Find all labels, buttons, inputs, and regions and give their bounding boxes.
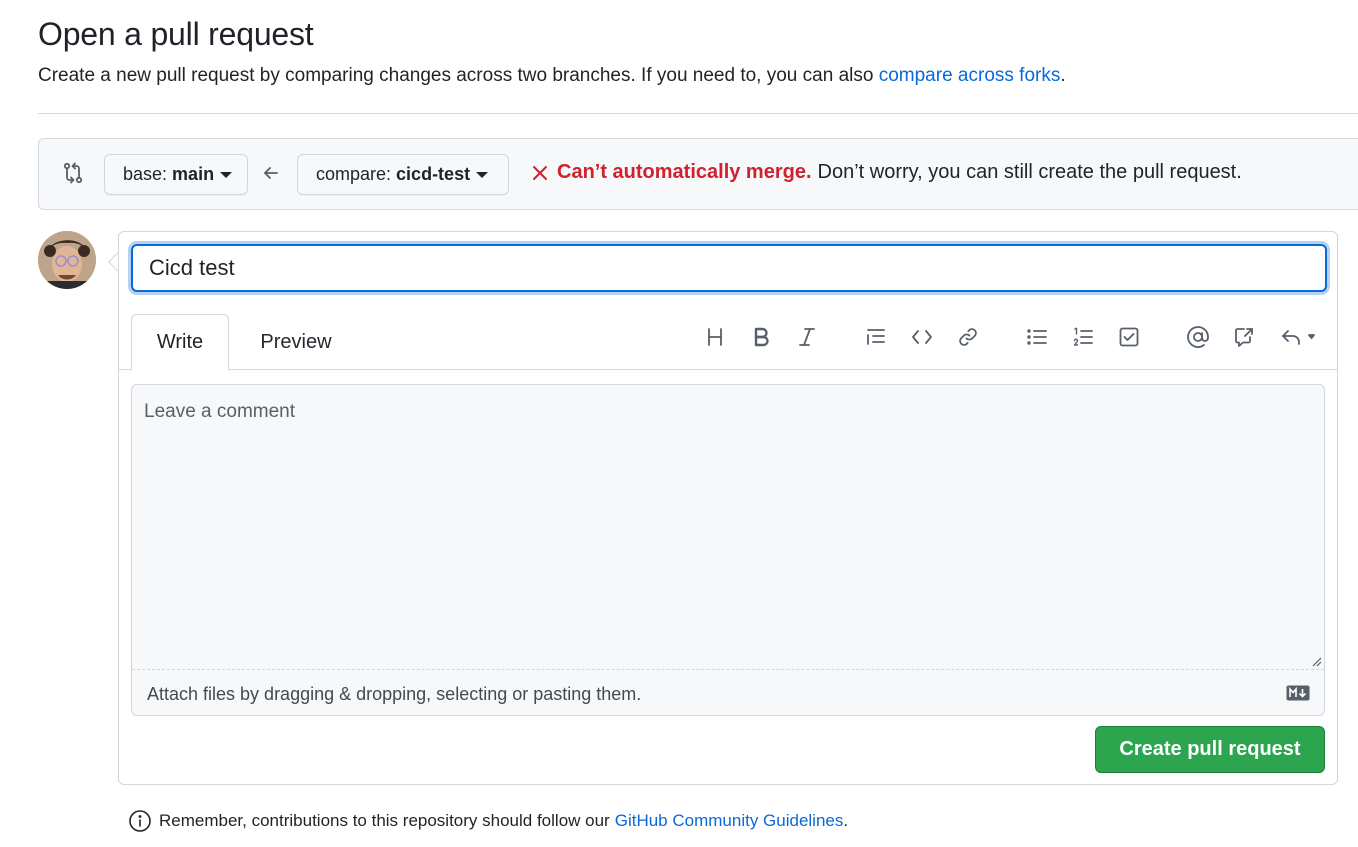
quote-icon[interactable] (863, 324, 889, 350)
unordered-list-icon[interactable] (1024, 324, 1050, 350)
subtitle-text: Create a new pull request by comparing c… (38, 65, 874, 86)
caret-down-icon (220, 171, 233, 178)
attach-files-text: Attach files by dragging & dropping, sel… (147, 684, 642, 704)
link-icon[interactable] (955, 324, 981, 350)
merge-status-text: Don’t worry, you can still create the pu… (817, 161, 1242, 183)
git-compare-icon (63, 162, 83, 184)
caret-down-icon (476, 171, 489, 178)
merge-status-bold: Can’t automatically merge. (557, 161, 812, 183)
comment-placeholder: Leave a comment (144, 401, 296, 422)
tab-write[interactable]: Write (131, 314, 229, 371)
editor-tabs: Write Preview (119, 314, 1337, 371)
code-icon[interactable] (909, 324, 935, 350)
x-icon (533, 165, 547, 180)
compare-branch-name: cicd-test (396, 164, 471, 184)
mention-icon[interactable] (1185, 324, 1211, 350)
community-guidelines-note: Remember, contributions to this reposito… (128, 809, 848, 833)
bold-icon[interactable] (748, 324, 774, 350)
base-branch-button[interactable]: base: main (104, 154, 248, 195)
range-editor: base: main compare: cicd-test Can’t auto… (38, 138, 1358, 210)
base-branch-name: main (172, 164, 215, 184)
footer-end: . (843, 811, 849, 830)
arrow-left-icon (264, 167, 278, 179)
tab-preview[interactable]: Preview (237, 314, 355, 371)
avatar[interactable] (38, 231, 96, 289)
compare-prefix: compare: (316, 164, 392, 184)
heading-icon[interactable] (702, 324, 728, 350)
comment-textarea[interactable]: Leave a comment Attach files by dragging… (131, 384, 1325, 716)
create-pull-request-button[interactable]: Create pull request (1095, 726, 1325, 773)
footer-text: Remember, contributions to this reposito… (159, 811, 610, 830)
pr-title-input[interactable] (131, 244, 1327, 292)
header-divider (38, 113, 1358, 114)
markdown-icon[interactable] (1286, 685, 1310, 701)
subtitle-end: . (1060, 65, 1066, 86)
compare-branch-button[interactable]: compare: cicd-test (297, 154, 509, 195)
info-icon (129, 810, 151, 832)
italic-icon[interactable] (794, 324, 820, 350)
compare-across-forks-link[interactable]: compare across forks (879, 65, 1061, 86)
page-title: Open a pull request (38, 16, 314, 52)
base-prefix: base: (123, 164, 168, 184)
user-avatar-image (38, 231, 96, 289)
community-guidelines-link[interactable]: GitHub Community Guidelines (615, 811, 844, 831)
merge-status: Can’t automatically merge. Don’t worry, … (531, 161, 1242, 184)
page-subtitle: Create a new pull request by comparing c… (38, 65, 1066, 87)
cross-reference-icon[interactable] (1231, 324, 1257, 350)
saved-replies-icon[interactable] (1279, 324, 1321, 350)
resize-handle-icon[interactable] (1310, 655, 1322, 667)
task-list-icon[interactable] (1116, 324, 1142, 350)
ordered-list-icon[interactable] (1070, 324, 1096, 350)
pull-request-form: Write Preview Leave a comment (118, 231, 1338, 785)
file-attachment-bar[interactable]: Attach files by dragging & dropping, sel… (132, 669, 1324, 715)
